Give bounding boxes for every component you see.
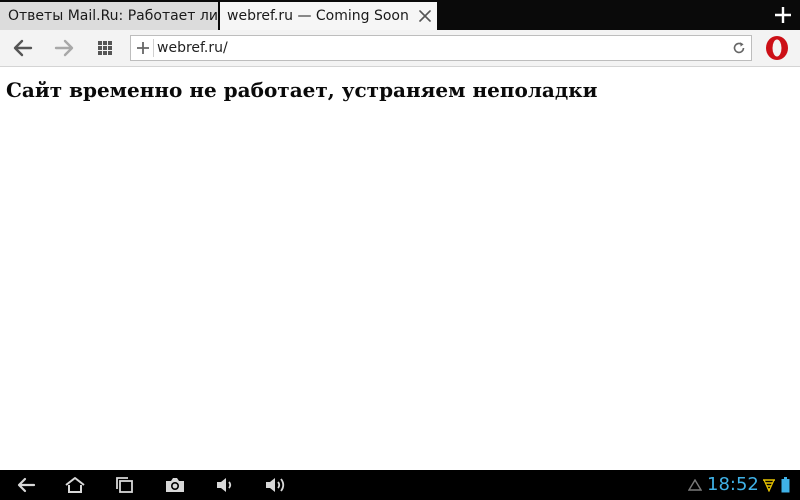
tab-title: Ответы Mail.Ru: Работает ли у bbox=[8, 8, 218, 24]
url-text[interactable]: webref.ru/ bbox=[157, 36, 228, 60]
home-icon[interactable] bbox=[63, 475, 87, 495]
camera-icon[interactable] bbox=[163, 475, 187, 495]
wifi-icon bbox=[762, 478, 776, 492]
speed-dial-grid-icon[interactable] bbox=[92, 36, 118, 60]
page-heading: Сайт временно не работает, устраняем неп… bbox=[6, 78, 598, 102]
opera-logo-icon[interactable] bbox=[763, 34, 791, 62]
battery-icon bbox=[781, 477, 790, 493]
tab-close-icon[interactable] bbox=[419, 10, 431, 22]
forward-arrow-icon[interactable] bbox=[51, 36, 77, 60]
tab-webref[interactable]: webref.ru — Coming Soon bbox=[220, 2, 437, 30]
notification-icon bbox=[688, 479, 702, 491]
volume-down-icon[interactable] bbox=[213, 475, 237, 495]
recent-apps-icon[interactable] bbox=[113, 475, 137, 495]
address-divider bbox=[153, 39, 154, 57]
tab-strip: Ответы Mail.Ru: Работает ли у webref.ru … bbox=[0, 0, 800, 30]
back-icon[interactable] bbox=[14, 475, 38, 495]
back-arrow-icon[interactable] bbox=[10, 36, 36, 60]
reload-icon[interactable] bbox=[732, 41, 746, 55]
tab-title: webref.ru — Coming Soon bbox=[227, 8, 409, 24]
new-tab-plus-icon[interactable] bbox=[770, 3, 796, 27]
tablet-screen: Ответы Mail.Ru: Работает ли у webref.ru … bbox=[0, 0, 800, 500]
tab-mail-ru[interactable]: Ответы Mail.Ru: Работает ли у bbox=[0, 2, 218, 30]
clock: 18:52 bbox=[707, 474, 759, 495]
volume-up-icon[interactable] bbox=[263, 475, 287, 495]
system-bar: 18:52 bbox=[0, 470, 800, 500]
browser-toolbar: webref.ru/ bbox=[0, 30, 800, 67]
plus-icon[interactable] bbox=[136, 41, 150, 55]
address-bar[interactable]: webref.ru/ bbox=[130, 35, 752, 61]
web-page-content: Сайт временно не работает, устраняем неп… bbox=[0, 67, 800, 470]
